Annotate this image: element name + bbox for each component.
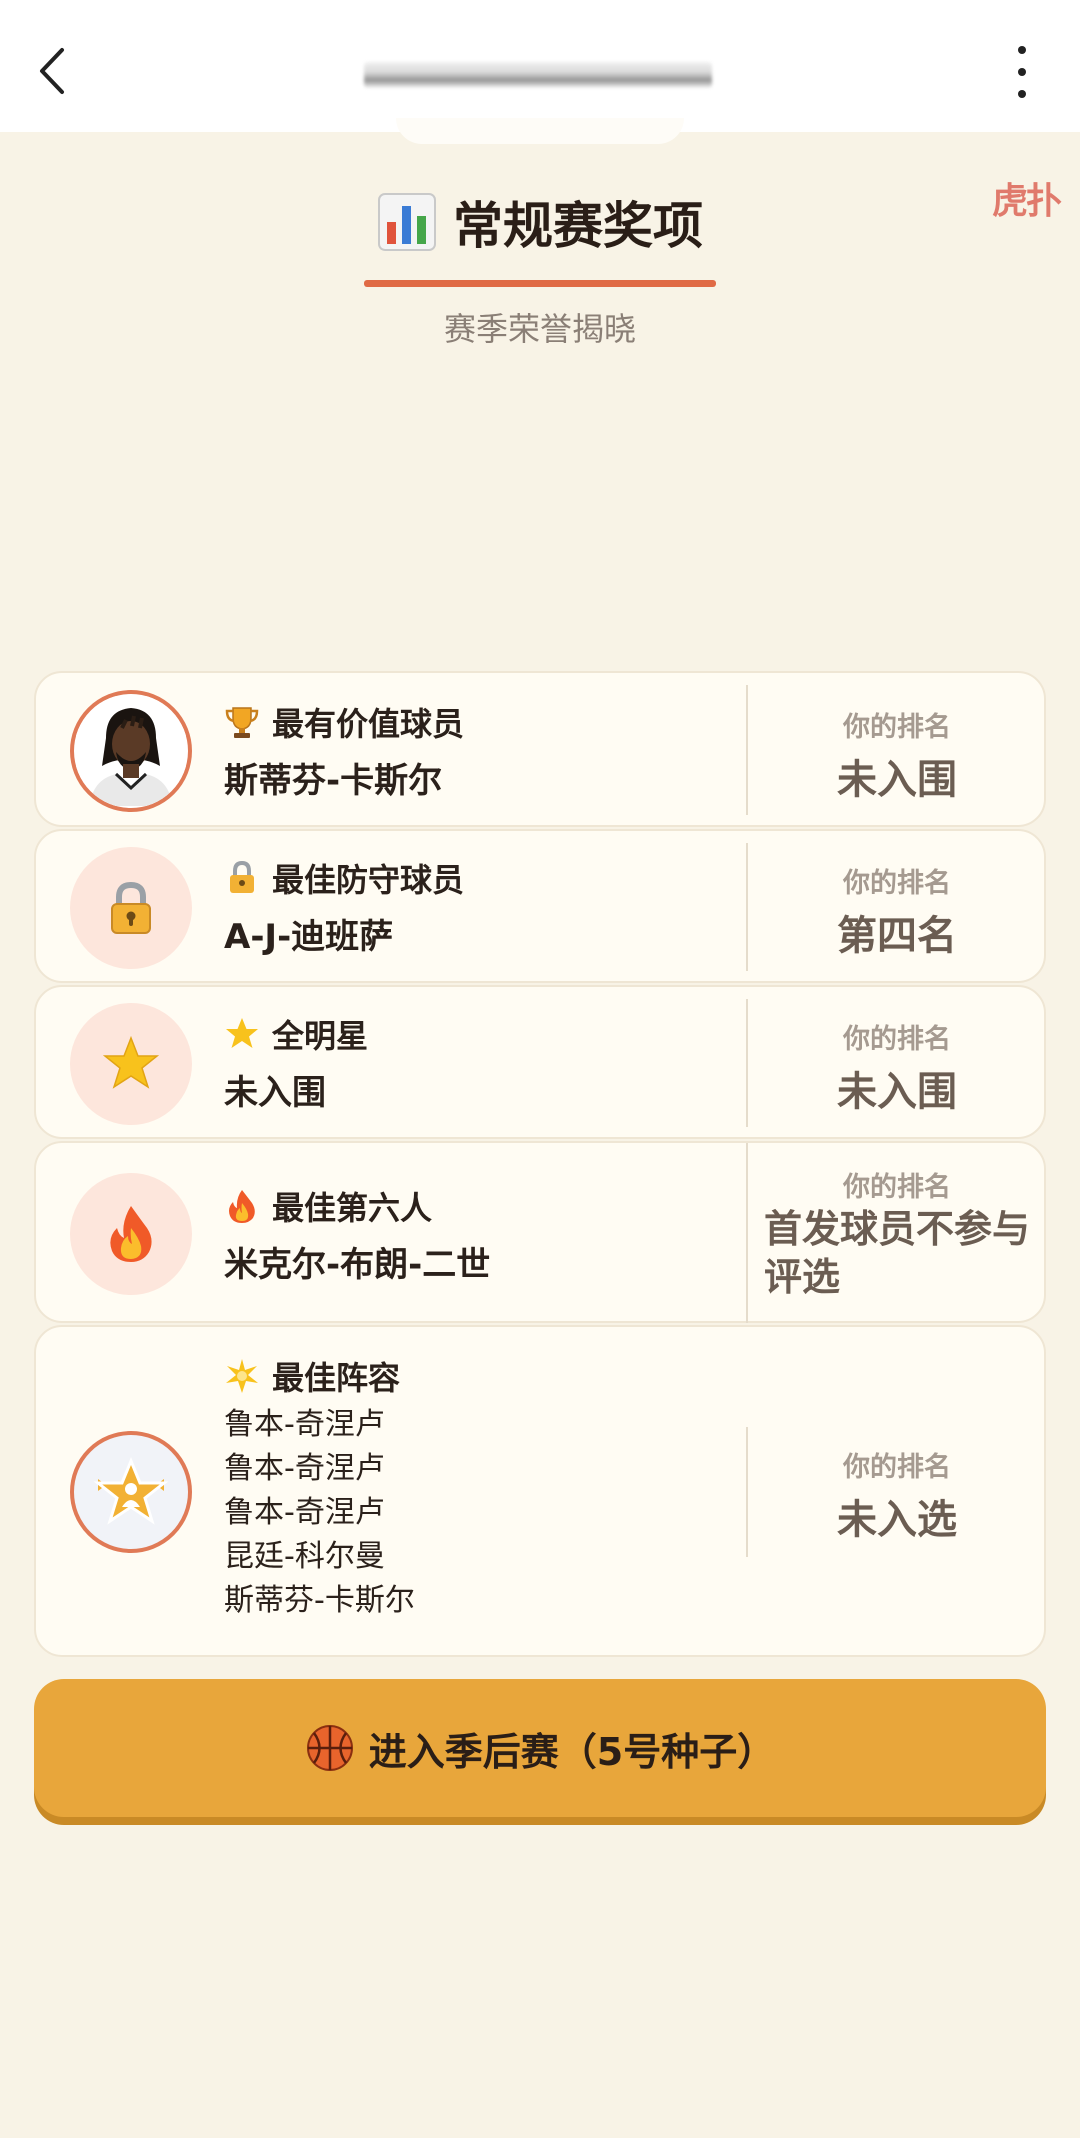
award-card-all-nba[interactable]: 最佳阵容 鲁本-奇涅卢 鲁本-奇涅卢 鲁本-奇涅卢 昆廷-科尔曼 斯蒂芬-卡斯尔… — [34, 1325, 1046, 1657]
award-name: 最佳第六人 — [272, 1189, 433, 1227]
rank-value: 首发球员不参与评选 — [764, 1207, 1031, 1299]
page-header: 常规赛奖项 — [0, 186, 1080, 258]
award-name: 最佳阵容 — [272, 1359, 401, 1397]
rank-label: 你的排名 — [843, 1024, 951, 1055]
rank-label: 你的排名 — [843, 868, 951, 899]
award-avatar — [70, 847, 192, 969]
page-subtitle: 赛季荣誉揭晓 — [443, 310, 636, 348]
award-avatar — [70, 1431, 192, 1553]
award-avatar — [70, 1173, 192, 1295]
title-underline — [364, 280, 716, 287]
award-winner: 米克尔-布朗-二世 — [224, 1245, 491, 1285]
more-vertical-icon[interactable] — [1010, 44, 1034, 100]
award-card-mvp[interactable]: 最有价值球员 斯蒂芬-卡斯尔 你的排名 未入围 — [34, 671, 1046, 827]
star-icon — [102, 1035, 160, 1089]
blurred-page-title — [364, 62, 712, 88]
all-nba-winner-list: 鲁本-奇涅卢 鲁本-奇涅卢 鲁本-奇涅卢 昆廷-科尔曼 斯蒂芬-卡斯尔 — [224, 1403, 415, 1623]
award-card-all-star[interactable]: 全明星 未入围 你的排名 未入围 — [34, 985, 1046, 1139]
award-winner: A-J-迪班萨 — [224, 917, 394, 957]
rank-value: 未入围 — [837, 757, 957, 803]
lock-icon — [230, 860, 254, 893]
all-nba-winner: 鲁本-奇涅卢 — [224, 1407, 385, 1442]
bar-chart-icon — [378, 193, 436, 251]
award-avatar — [70, 1003, 192, 1125]
enter-playoffs-label: 进入季后赛（5号种子） — [368, 1729, 776, 1774]
rank-label: 你的排名 — [843, 1452, 951, 1483]
top-bar — [0, 0, 1080, 132]
all-nba-winner: 鲁本-奇涅卢 — [224, 1495, 385, 1530]
star-icon — [226, 1018, 258, 1048]
all-nba-winner: 斯蒂芬-卡斯尔 — [224, 1583, 415, 1618]
rank-value: 未入选 — [837, 1497, 957, 1543]
rank-value: 第四名 — [837, 913, 957, 959]
player-avatar — [70, 690, 192, 812]
all-nba-badge-icon — [93, 1457, 169, 1525]
award-winner: 斯蒂芬-卡斯尔 — [224, 761, 443, 801]
sparkle-star-icon — [226, 1359, 258, 1393]
award-card-sixth-man[interactable]: 最佳第六人 米克尔-布朗-二世 你的排名 首发球员不参与评选 — [34, 1141, 1046, 1323]
basketball-icon — [306, 1725, 353, 1771]
enter-playoffs-button[interactable]: 进入季后赛（5号种子） — [34, 1679, 1046, 1817]
back-arrow-icon[interactable] — [34, 46, 74, 96]
award-card-dpoy[interactable]: 最佳防守球员 A-J-迪班萨 你的排名 第四名 — [34, 829, 1046, 983]
award-title: 最佳第六人 — [224, 1183, 432, 1229]
all-nba-winner: 昆廷-科尔曼 — [224, 1539, 385, 1574]
page-title: 常规赛奖项 — [377, 186, 703, 258]
pull-tab — [396, 118, 684, 144]
rank-label: 你的排名 — [843, 1172, 951, 1203]
fire-icon — [229, 1190, 255, 1223]
player-photo — [76, 696, 186, 806]
award-name: 最有价值球员 — [272, 705, 465, 743]
trophy-icon — [225, 707, 259, 738]
all-nba-winner: 鲁本-奇涅卢 — [224, 1451, 385, 1486]
award-title: 全明星 — [224, 1011, 368, 1057]
award-title: 最佳阵容 — [224, 1353, 400, 1399]
page-title-text: 常规赛奖项 — [453, 197, 703, 255]
award-winner: 未入围 — [224, 1073, 326, 1113]
award-name: 最佳防守球员 — [272, 861, 465, 899]
rank-value: 未入围 — [837, 1069, 957, 1115]
award-name: 全明星 — [272, 1017, 369, 1055]
rank-label: 你的排名 — [843, 712, 951, 743]
award-title: 最有价值球员 — [224, 699, 464, 745]
award-title: 最佳防守球员 — [224, 855, 464, 901]
fire-icon — [110, 1206, 152, 1262]
lock-icon — [111, 881, 151, 934]
